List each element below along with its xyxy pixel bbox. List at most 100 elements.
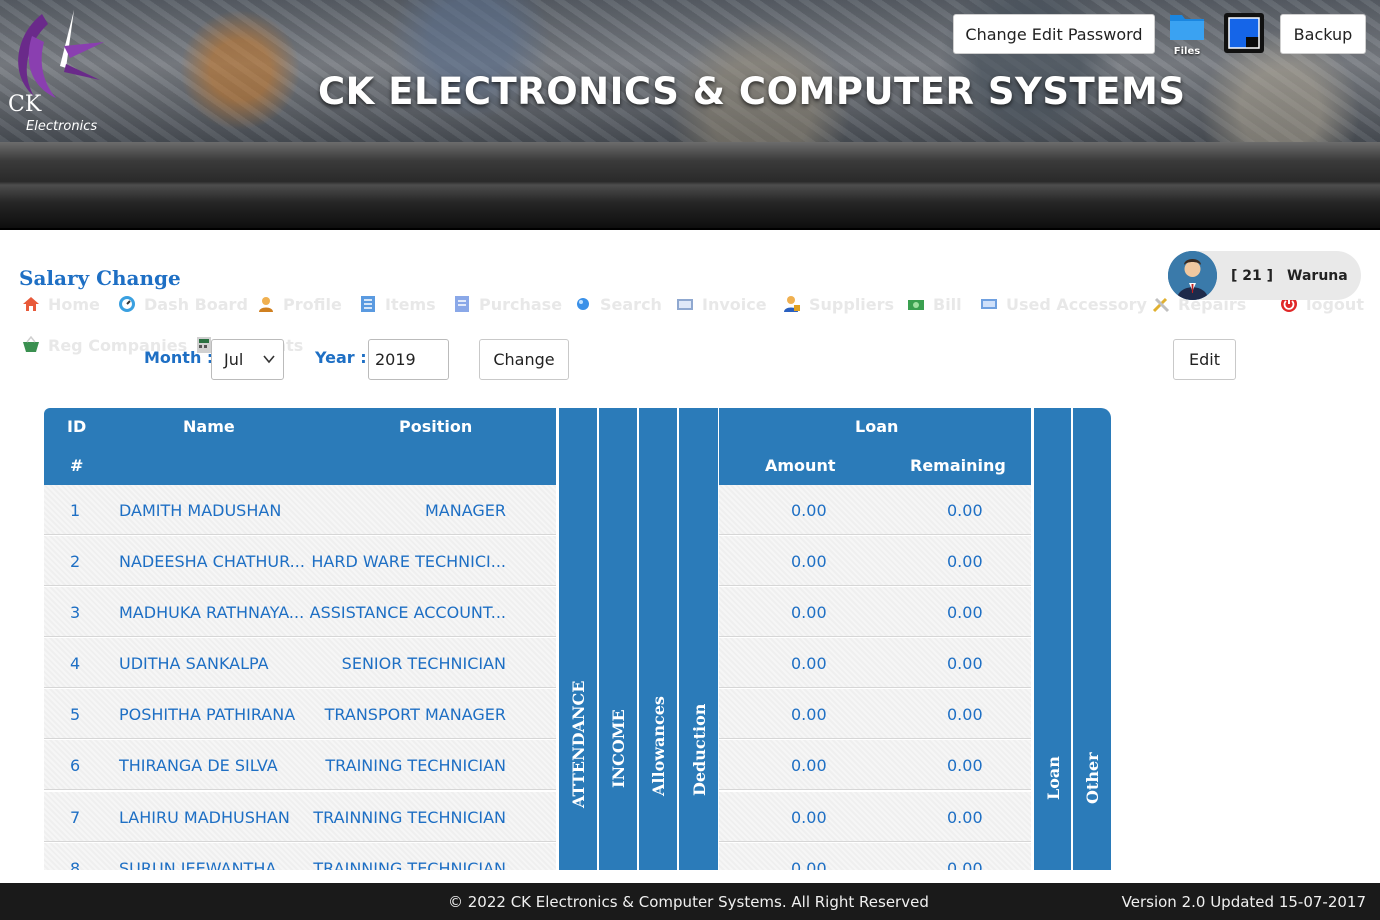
user-name: Waruna — [1287, 267, 1348, 284]
month-select[interactable]: Jul — [211, 339, 284, 380]
search-icon — [577, 298, 589, 310]
cell-position: HARD WARE TECHNICI... — [311, 552, 506, 571]
window-button[interactable] — [1224, 13, 1264, 53]
table-header-main: ID # Name Position — [44, 408, 556, 485]
nav-item-label: Invoice — [702, 294, 767, 314]
user-id: [ 21 ] — [1231, 267, 1274, 284]
nav-item-label: Suppliers — [809, 294, 895, 314]
nav-item-items[interactable]: Items — [359, 293, 436, 315]
suppliers-icon — [784, 296, 800, 312]
cell-position: TRAINING TECHNICIAN — [325, 756, 506, 775]
cell-position: TRANSPORT MANAGER — [324, 705, 506, 724]
header-loan: Loan — [855, 417, 899, 436]
ck-electronics-logo: CK Electronics — [8, 10, 104, 134]
month-value: Jul — [224, 350, 244, 369]
cell-id: 3 — [70, 603, 81, 622]
row-loan — [719, 587, 1031, 637]
year-input[interactable] — [368, 339, 449, 380]
cell-id: 4 — [70, 654, 81, 673]
cell-remaining: 0.00 — [947, 705, 983, 724]
header-name: Name — [183, 417, 235, 436]
change-button[interactable]: Change — [479, 339, 569, 380]
nav-item-profile[interactable]: Profile — [257, 293, 342, 315]
table-row[interactable]: 6 THIRANGA DE SILVA TRAINING TECHNICIAN … — [44, 740, 1031, 791]
nav-item-label: Bill — [933, 294, 962, 314]
year-label: Year : — [315, 348, 367, 367]
nav-item-invoice[interactable]: Invoice — [676, 293, 767, 315]
cell-name: MADHUKA RATHNAYA... — [119, 603, 305, 622]
cell-id: 6 — [70, 756, 81, 775]
repairs-icon — [1152, 297, 1170, 313]
dashboard-icon — [119, 296, 135, 312]
cell-remaining: 0.00 — [947, 654, 983, 673]
row-loan — [719, 638, 1031, 688]
nav-item-label: Search — [600, 294, 662, 314]
table-row[interactable]: 3 MADHUKA RATHNAYA... ASSISTANCE ACCOUNT… — [44, 587, 1031, 638]
nav-item-used-accessory[interactable]: Used Accessory — [980, 293, 1147, 315]
nav-item-dashboard[interactable]: Dash Board — [118, 293, 248, 315]
cell-remaining: 0.00 — [947, 756, 983, 775]
nav-item-home[interactable]: Home — [22, 293, 100, 315]
user-chip[interactable]: [ 21 ] Waruna — [1168, 251, 1361, 300]
files-button[interactable]: Files — [1168, 10, 1206, 62]
window-icon — [1228, 17, 1260, 49]
nav-item-label: Used Accessory — [1006, 294, 1147, 314]
nav-item-search[interactable]: Search — [574, 293, 662, 315]
backup-button[interactable]: Backup — [1280, 14, 1366, 54]
cell-amount: 0.00 — [791, 654, 827, 673]
table-row[interactable]: 8 SURUN JEEWANTHA TRAINNING TECHNICIAN 0… — [44, 843, 1031, 870]
avatar — [1168, 251, 1217, 300]
cell-id: 8 — [70, 859, 81, 870]
nav-item-label: Profile — [283, 294, 342, 314]
table-row[interactable]: 5 POSHITHA PATHIRANA TRANSPORT MANAGER 0… — [44, 689, 1031, 740]
table-row[interactable]: 4 UDITHA SANKALPA SENIOR TECHNICIAN 0.00… — [44, 638, 1031, 689]
svg-text:Electronics: Electronics — [26, 119, 97, 134]
cell-name: POSHITHA PATHIRANA — [119, 705, 296, 724]
folder-icon — [1170, 15, 1204, 40]
other-label: Other — [1082, 752, 1102, 804]
footer-version: Version 2.0 Updated 15-07-2017 — [1121, 893, 1366, 911]
table-header-loan: Loan Amount Remaining — [719, 408, 1031, 485]
reg-companies-icon — [23, 336, 39, 352]
cell-position: ASSISTANCE ACCOUNT... — [309, 603, 506, 622]
invoice-icon — [677, 299, 693, 310]
row-loan — [719, 740, 1031, 790]
edit-button[interactable]: Edit — [1173, 339, 1236, 380]
nav-item-bill[interactable]: Bill — [907, 293, 962, 315]
cell-amount: 0.00 — [791, 808, 827, 827]
user-avatar-icon — [1168, 251, 1217, 300]
brand-title: CK ELECTRONICS & COMPUTER SYSTEMS — [318, 70, 1186, 113]
nav-item-label: Purchase — [479, 294, 563, 314]
header-position: Position — [399, 417, 473, 436]
nav-item-label: Home — [48, 294, 100, 314]
cell-position: MANAGER — [424, 501, 506, 520]
salary-table: ID # Name Position ATTENDANCE INCOME All… — [44, 408, 1114, 870]
cell-name: SURUN JEEWANTHA — [119, 859, 277, 870]
table-row[interactable]: 7 LAHIRU MADHUSHAN TRAINNING TECHNICIAN … — [44, 792, 1031, 843]
row-loan — [719, 689, 1031, 739]
items-icon — [361, 296, 375, 312]
bill-icon — [908, 300, 924, 310]
loan-col-label: Loan — [1043, 756, 1062, 800]
row-loan — [719, 792, 1031, 842]
table-row[interactable]: 2 NADEESHA CHATHUR... HARD WARE TECHNICI… — [44, 536, 1031, 587]
change-edit-password-button[interactable]: Change Edit Password — [953, 14, 1155, 54]
cell-amount: 0.00 — [791, 603, 827, 622]
cell-amount: 0.00 — [791, 501, 827, 520]
cell-id: 7 — [70, 808, 81, 827]
cell-name: UDITHA SANKALPA — [119, 654, 269, 673]
cell-id: 1 — [70, 501, 81, 520]
cell-amount: 0.00 — [791, 756, 827, 775]
cell-remaining: 0.00 — [947, 808, 983, 827]
cell-name: LAHIRU MADHUSHAN — [119, 808, 290, 827]
row-loan — [719, 843, 1031, 870]
cell-remaining: 0.00 — [947, 859, 983, 870]
nav-item-suppliers[interactable]: Suppliers — [783, 293, 894, 315]
cell-remaining: 0.00 — [947, 603, 983, 622]
cell-id: 5 — [70, 705, 81, 724]
files-label: Files — [1173, 46, 1201, 57]
month-label: Month : — [144, 348, 214, 367]
table-row[interactable]: 1 DAMITH MADUSHAN MANAGER 0.00 0.00 — [44, 485, 1031, 536]
chevron-down-icon — [263, 355, 275, 364]
nav-item-purchase[interactable]: Purchase — [453, 293, 562, 315]
